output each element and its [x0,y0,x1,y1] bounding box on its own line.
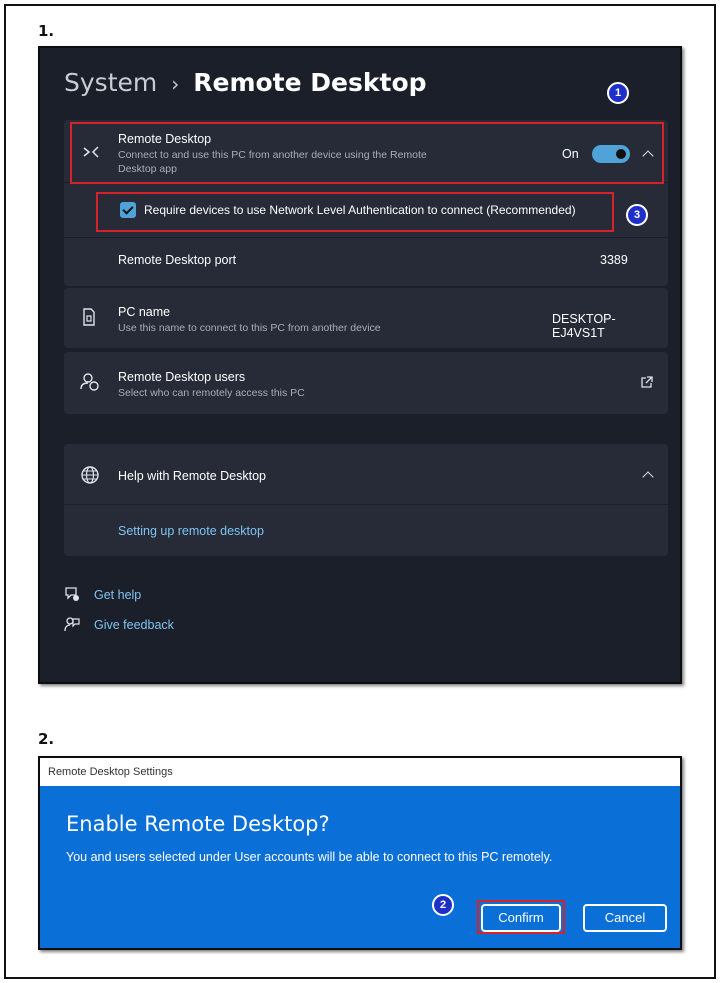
breadcrumb-separator: › [171,72,180,96]
pc-name-icon [83,308,95,326]
dialog-heading: Enable Remote Desktop? [66,812,330,836]
highlight-nla-checkbox [96,192,614,232]
annotation-badge-2: 2 [432,894,454,916]
step-label-2: 2. [38,730,55,748]
highlight-remote-desktop-toggle [70,122,664,184]
dialog-body: You and users selected under User accoun… [66,850,553,864]
settings-window: System › Remote Desktop 1 Remote Desktop C… [38,46,682,684]
confirm-button[interactable]: Confirm [481,904,561,932]
get-help-link[interactable]: Get help [94,588,141,602]
external-link-icon[interactable] [640,376,653,389]
give-feedback-link[interactable]: Give feedback [94,618,174,632]
step-label-1: 1. [38,22,55,40]
users-title: Remote Desktop users [118,370,246,384]
pc-name-card[interactable]: PC name Use this name to connect to this… [64,288,668,348]
cancel-button[interactable]: Cancel [583,904,667,932]
port-label: Remote Desktop port [118,253,237,267]
globe-icon [81,466,99,484]
dialog-window-title: Remote Desktop Settings [40,758,680,786]
annotation-badge-3: 3 [626,204,648,226]
get-help-icon [65,587,79,601]
divider [64,237,668,238]
remote-desktop-users-card[interactable]: Remote Desktop users Select who can remo… [64,352,668,414]
enable-remote-desktop-dialog: Remote Desktop Settings Enable Remote De… [38,756,682,950]
breadcrumb: System › Remote Desktop [64,68,427,97]
chevron-up-icon[interactable] [642,471,654,483]
annotation-badge-1: 1 [607,82,629,104]
port-value: 3389 [600,253,628,267]
users-icon [80,373,99,391]
pc-name-value: DESKTOP-EJ4VS1T [552,312,616,340]
pc-name-subtitle: Use this name to connect to this PC from… [118,322,381,334]
help-card: Help with Remote Desktop Setting up remo… [64,444,668,556]
users-subtitle: Select who can remotely access this PC [118,387,305,399]
feedback-icon [64,617,80,632]
setting-up-remote-desktop-link[interactable]: Setting up remote desktop [118,524,264,538]
divider [64,504,668,505]
pc-name-title: PC name [118,305,171,319]
breadcrumb-parent[interactable]: System [64,68,157,97]
page-title: Remote Desktop [193,68,427,97]
help-title: Help with Remote Desktop [118,469,266,483]
